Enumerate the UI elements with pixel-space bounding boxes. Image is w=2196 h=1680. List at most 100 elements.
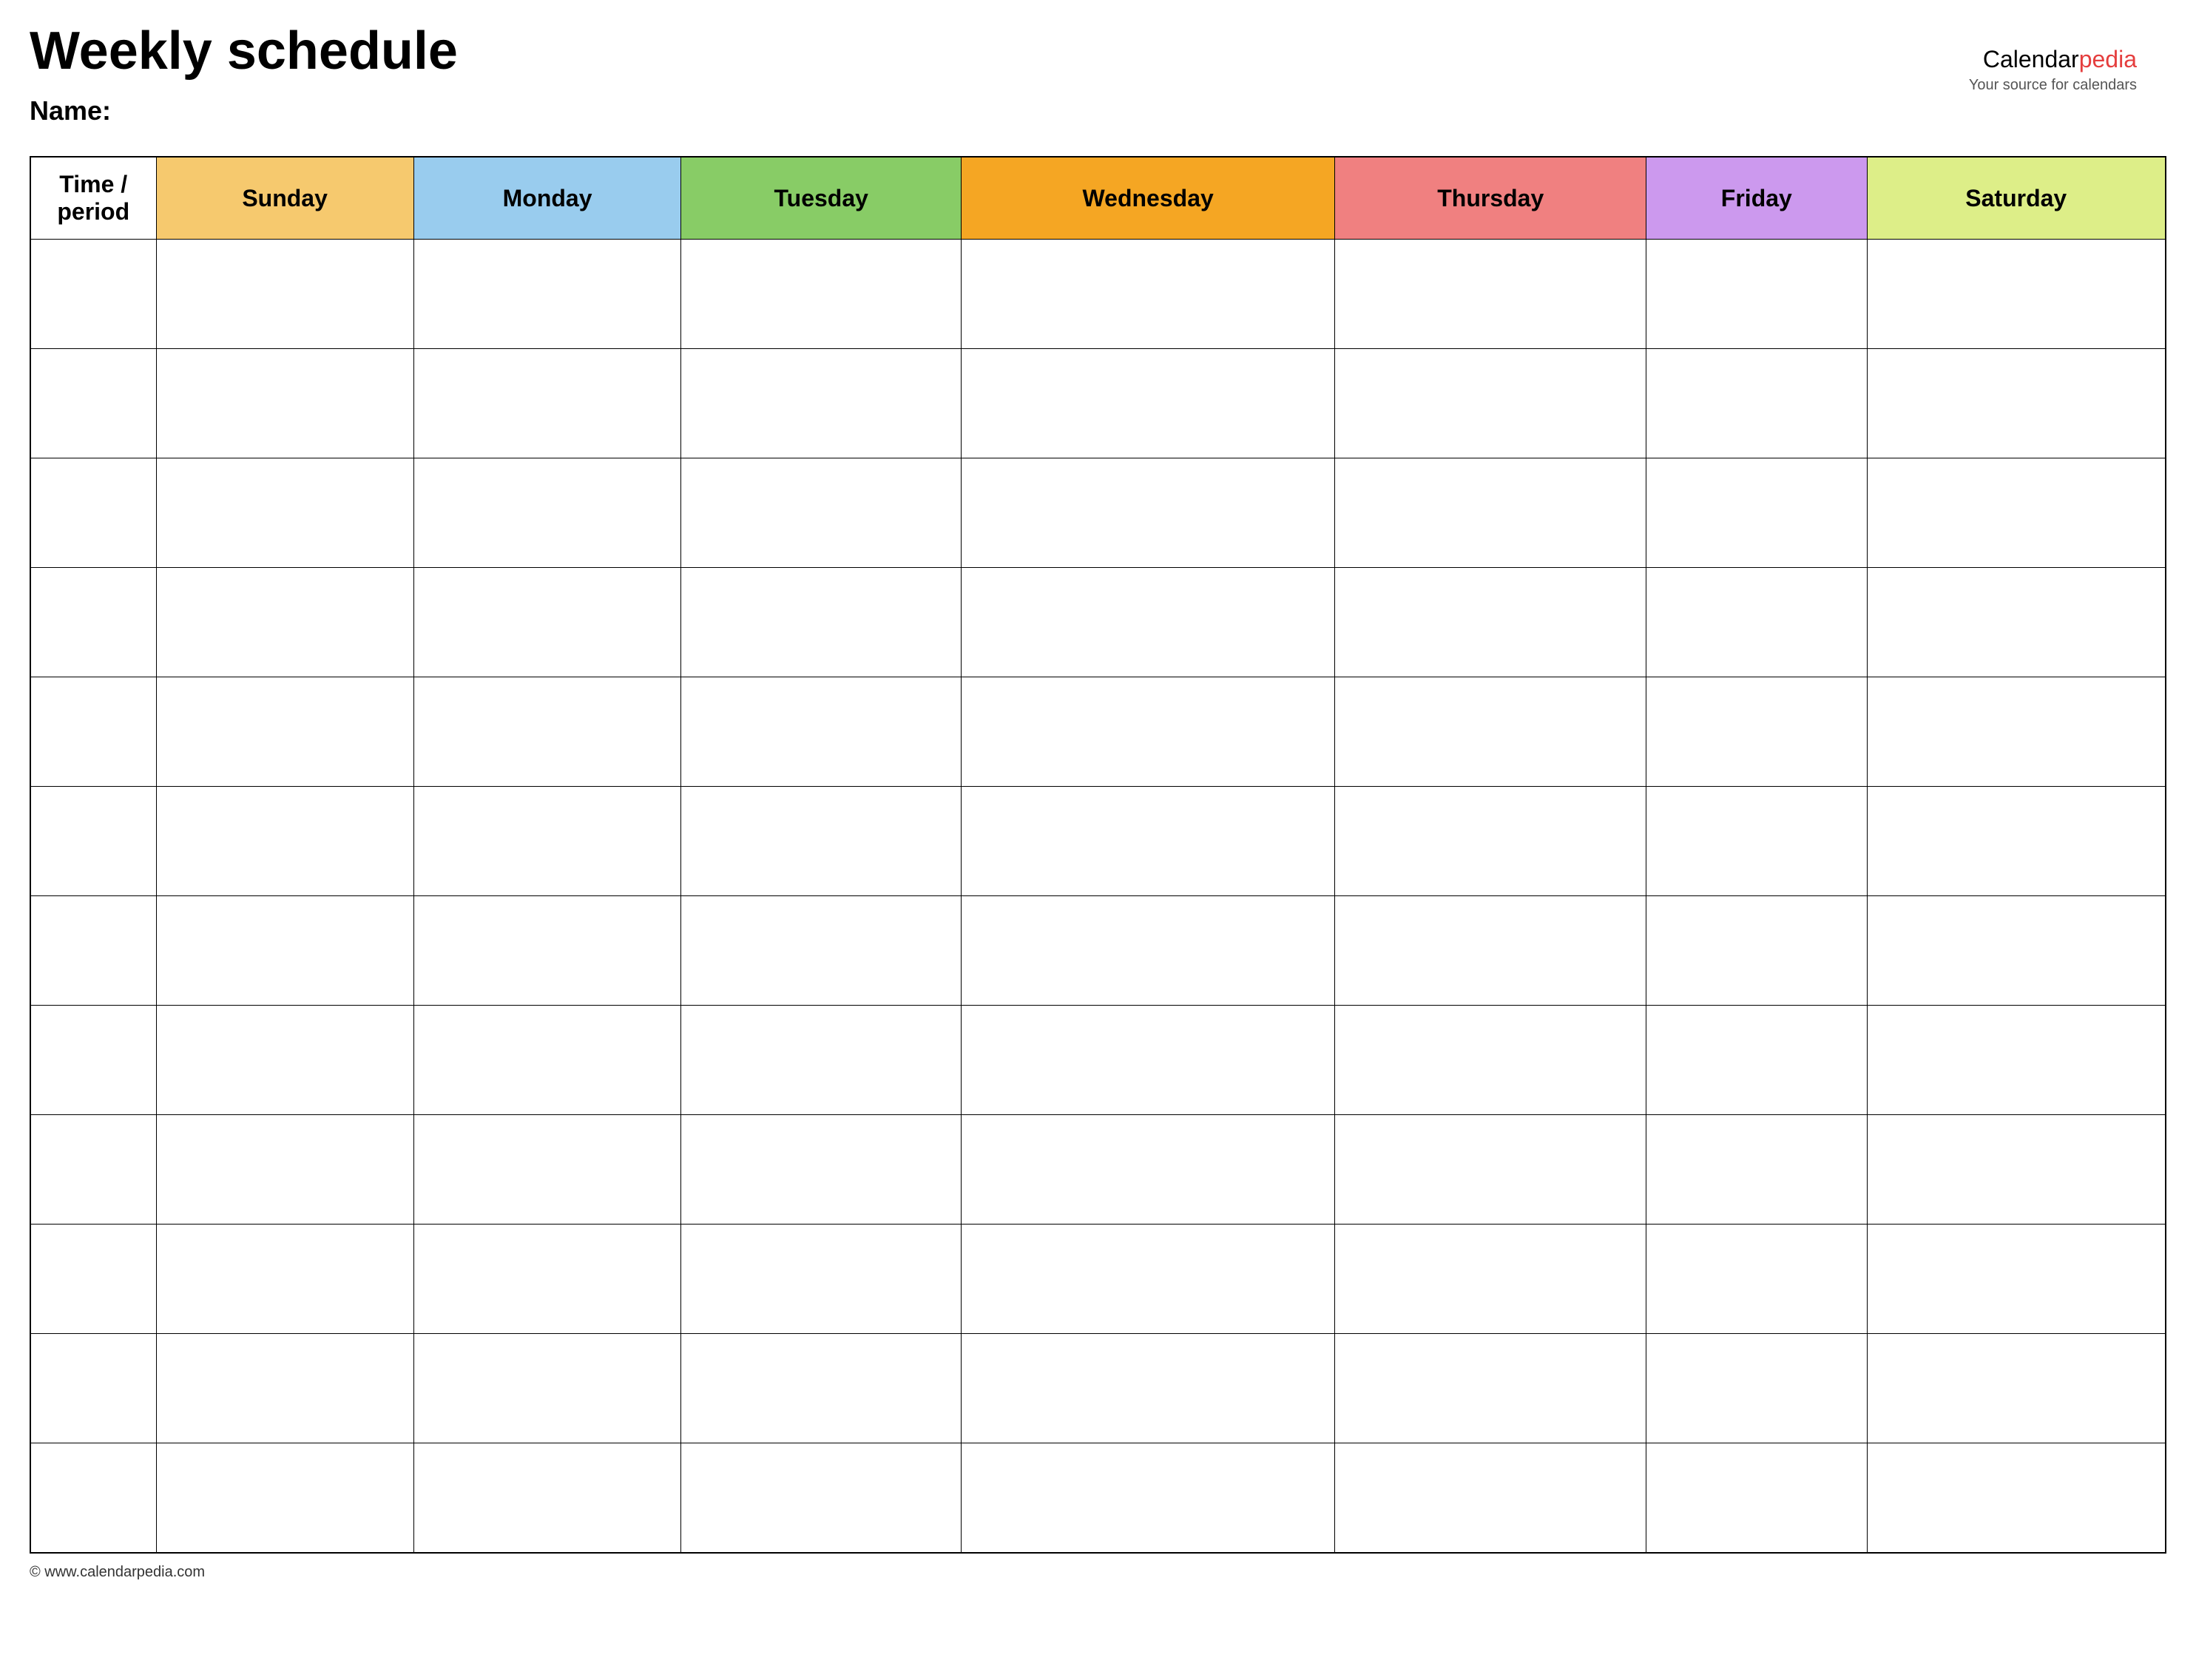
data-cell[interactable]	[30, 787, 156, 896]
data-cell[interactable]	[156, 1115, 413, 1225]
data-cell[interactable]	[961, 1115, 1334, 1225]
data-cell[interactable]	[1335, 787, 1646, 896]
data-cell[interactable]	[1335, 349, 1646, 458]
data-cell[interactable]	[30, 1115, 156, 1225]
data-cell[interactable]	[156, 677, 413, 787]
data-cell[interactable]	[1335, 677, 1646, 787]
data-cell[interactable]	[1646, 1006, 1867, 1115]
data-cell[interactable]	[413, 1006, 681, 1115]
data-cell[interactable]	[413, 568, 681, 677]
table-row	[30, 349, 2166, 458]
data-cell[interactable]	[1646, 1443, 1867, 1553]
data-cell[interactable]	[1646, 677, 1867, 787]
data-cell[interactable]	[1646, 349, 1867, 458]
data-cell[interactable]	[681, 458, 961, 568]
data-cell[interactable]	[961, 349, 1334, 458]
data-cell[interactable]	[1867, 896, 2166, 1006]
data-cell[interactable]	[961, 1006, 1334, 1115]
data-cell[interactable]	[30, 1225, 156, 1334]
data-cell[interactable]	[1646, 1115, 1867, 1225]
data-cell[interactable]	[961, 1225, 1334, 1334]
data-cell[interactable]	[1646, 458, 1867, 568]
data-cell[interactable]	[1335, 240, 1646, 349]
data-cell[interactable]	[156, 568, 413, 677]
data-cell[interactable]	[156, 349, 413, 458]
data-cell[interactable]	[413, 1225, 681, 1334]
data-cell[interactable]	[681, 1334, 961, 1443]
data-cell[interactable]	[1335, 1006, 1646, 1115]
data-cell[interactable]	[156, 458, 413, 568]
data-cell[interactable]	[30, 1006, 156, 1115]
data-cell[interactable]	[681, 349, 961, 458]
data-cell[interactable]	[1867, 1334, 2166, 1443]
header-tuesday: Tuesday	[681, 157, 961, 240]
data-cell[interactable]	[1335, 1115, 1646, 1225]
data-cell[interactable]	[1646, 1225, 1867, 1334]
data-cell[interactable]	[30, 1443, 156, 1553]
data-cell[interactable]	[30, 458, 156, 568]
data-cell[interactable]	[1867, 1443, 2166, 1553]
data-cell[interactable]	[413, 1334, 681, 1443]
data-cell[interactable]	[1867, 677, 2166, 787]
data-cell[interactable]	[1867, 458, 2166, 568]
data-cell[interactable]	[961, 896, 1334, 1006]
data-cell[interactable]	[681, 896, 961, 1006]
data-cell[interactable]	[961, 568, 1334, 677]
data-cell[interactable]	[1335, 458, 1646, 568]
data-cell[interactable]	[413, 787, 681, 896]
data-cell[interactable]	[1646, 787, 1867, 896]
data-cell[interactable]	[413, 240, 681, 349]
data-cell[interactable]	[681, 1115, 961, 1225]
data-cell[interactable]	[156, 1225, 413, 1334]
data-cell[interactable]	[1867, 240, 2166, 349]
data-cell[interactable]	[30, 1334, 156, 1443]
data-cell[interactable]	[961, 240, 1334, 349]
data-cell[interactable]	[681, 1443, 961, 1553]
data-cell[interactable]	[961, 677, 1334, 787]
data-cell[interactable]	[156, 1334, 413, 1443]
data-cell[interactable]	[156, 240, 413, 349]
header-saturday: Saturday	[1867, 157, 2166, 240]
data-cell[interactable]	[1335, 1443, 1646, 1553]
data-cell[interactable]	[1646, 896, 1867, 1006]
data-cell[interactable]	[156, 896, 413, 1006]
data-cell[interactable]	[961, 787, 1334, 896]
data-cell[interactable]	[1646, 1334, 1867, 1443]
data-cell[interactable]	[1867, 349, 2166, 458]
data-cell[interactable]	[413, 1443, 681, 1553]
data-cell[interactable]	[413, 1115, 681, 1225]
data-cell[interactable]	[30, 896, 156, 1006]
data-cell[interactable]	[1867, 1225, 2166, 1334]
data-cell[interactable]	[413, 896, 681, 1006]
data-cell[interactable]	[30, 349, 156, 458]
data-cell[interactable]	[156, 1006, 413, 1115]
data-cell[interactable]	[1335, 568, 1646, 677]
data-cell[interactable]	[30, 568, 156, 677]
data-cell[interactable]	[961, 1443, 1334, 1553]
data-cell[interactable]	[413, 458, 681, 568]
data-cell[interactable]	[1867, 1006, 2166, 1115]
data-cell[interactable]	[1867, 1115, 2166, 1225]
data-cell[interactable]	[681, 568, 961, 677]
data-cell[interactable]	[681, 1225, 961, 1334]
data-cell[interactable]	[413, 677, 681, 787]
data-cell[interactable]	[1335, 1334, 1646, 1443]
data-cell[interactable]	[1646, 568, 1867, 677]
data-cell[interactable]	[1335, 1225, 1646, 1334]
data-cell[interactable]	[1335, 896, 1646, 1006]
data-cell[interactable]	[1867, 568, 2166, 677]
data-cell[interactable]	[681, 787, 961, 896]
table-row	[30, 896, 2166, 1006]
data-cell[interactable]	[681, 1006, 961, 1115]
data-cell[interactable]	[961, 458, 1334, 568]
data-cell[interactable]	[1646, 240, 1867, 349]
data-cell[interactable]	[413, 349, 681, 458]
data-cell[interactable]	[156, 787, 413, 896]
data-cell[interactable]	[30, 677, 156, 787]
data-cell[interactable]	[681, 240, 961, 349]
data-cell[interactable]	[30, 240, 156, 349]
data-cell[interactable]	[156, 1443, 413, 1553]
data-cell[interactable]	[681, 677, 961, 787]
data-cell[interactable]	[961, 1334, 1334, 1443]
data-cell[interactable]	[1867, 787, 2166, 896]
